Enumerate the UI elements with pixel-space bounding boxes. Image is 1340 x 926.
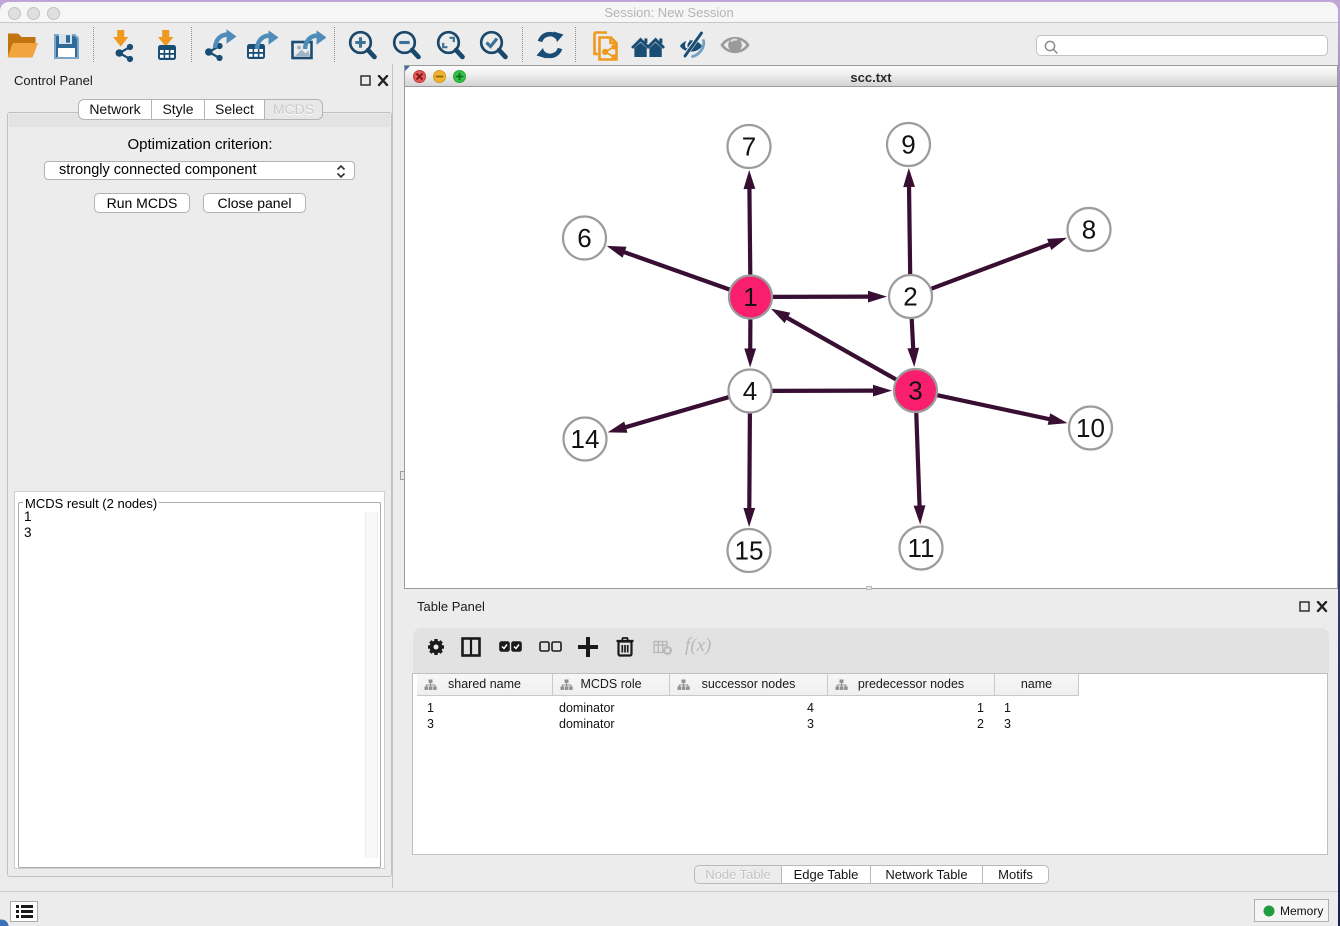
svg-text:6: 6 (577, 223, 591, 253)
svg-text:10: 10 (1076, 413, 1105, 443)
svg-text:1: 1 (743, 282, 757, 312)
svg-text:8: 8 (1082, 215, 1096, 245)
svg-text:7: 7 (742, 132, 756, 162)
svg-text:14: 14 (571, 424, 600, 454)
svg-text:3: 3 (908, 376, 922, 406)
svg-text:2: 2 (903, 282, 917, 312)
svg-text:15: 15 (735, 536, 764, 566)
svg-text:4: 4 (743, 376, 757, 406)
svg-text:11: 11 (908, 533, 935, 563)
svg-text:9: 9 (901, 130, 915, 160)
